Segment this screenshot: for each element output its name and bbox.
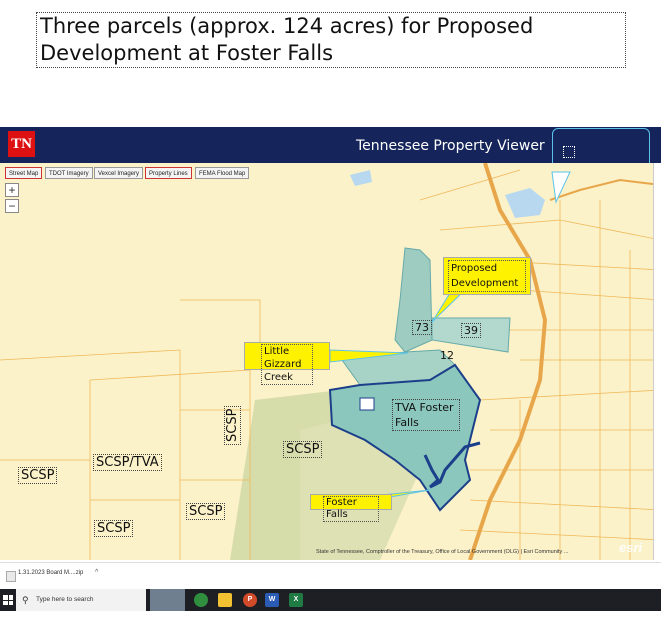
road-2 xyxy=(549,178,661,201)
layer-fema-flood-map[interactable]: FEMA Flood Map xyxy=(195,167,250,179)
download-item[interactable]: 1.31.2023 Board M....zip xyxy=(18,570,83,576)
search-icon: ⚲ xyxy=(22,595,29,605)
little-gizzard-creek-callout: Little Gizzard Creek xyxy=(244,342,330,385)
proposed-development-text: Proposed Development xyxy=(448,260,526,292)
pond xyxy=(350,170,372,186)
foster-falls-text: Foster Falls xyxy=(323,496,379,522)
parcel-label-39: 39 xyxy=(461,323,481,338)
header-selection-box xyxy=(563,146,575,158)
foster-falls-callout: Foster Falls xyxy=(310,494,392,522)
viewer-title: Tennessee Property Viewer xyxy=(356,138,545,154)
scsp-label-2: SCSP xyxy=(94,520,134,537)
inholding xyxy=(359,397,375,411)
windows-start-icon[interactable] xyxy=(3,595,13,605)
parcel-73 xyxy=(394,247,433,353)
tn-logo[interactable]: TN xyxy=(8,131,35,157)
map-attribution: State of Tennessee, Comptroller of the T… xyxy=(316,549,569,555)
zip-file-icon xyxy=(6,571,16,582)
layer-property-lines[interactable]: Property Lines xyxy=(145,167,192,179)
parcel-label-73: 73 xyxy=(412,320,432,335)
scsp-label-4: SCSP xyxy=(283,441,323,458)
search-highlight-image xyxy=(150,589,185,611)
chevron-up-icon[interactable]: ^ xyxy=(95,569,98,576)
proposed-development-callout: Proposed Development xyxy=(443,257,531,295)
word-icon[interactable]: W xyxy=(265,593,279,607)
parcel-label-12: 12 xyxy=(440,349,454,362)
scsp-vertical-label: SCSP xyxy=(224,405,241,445)
download-bar xyxy=(0,562,661,589)
file-explorer-icon[interactable] xyxy=(218,593,232,607)
side-panel[interactable] xyxy=(653,163,661,560)
scsp-tva-label: SCSP/TVA xyxy=(93,454,162,471)
scsp-label-3: SCSP xyxy=(186,503,226,520)
esri-logo: esri xyxy=(619,540,643,555)
layer-vexcel-imagery[interactable]: Vexcel Imagery xyxy=(94,167,144,179)
lake xyxy=(505,188,545,218)
layer-tdot-imagery[interactable]: TDOT Imagery xyxy=(45,167,93,179)
powerpoint-icon[interactable]: P xyxy=(243,593,257,607)
excel-icon[interactable]: X xyxy=(289,593,303,607)
little-gizzard-creek-text: Little Gizzard Creek xyxy=(261,344,313,385)
slide-title: Three parcels (approx. 124 acres) for Pr… xyxy=(36,12,626,68)
tva-foster-falls-label: TVA Foster Falls xyxy=(392,399,460,431)
taskbar-search[interactable]: Type here to search xyxy=(16,589,146,611)
zoom-out-button[interactable]: − xyxy=(5,199,19,213)
scsp-label-1: SCSP xyxy=(18,467,58,484)
layer-street-map[interactable]: Street Map xyxy=(5,167,43,179)
chrome-icon[interactable] xyxy=(194,593,208,607)
zoom-in-button[interactable]: + xyxy=(5,183,19,197)
